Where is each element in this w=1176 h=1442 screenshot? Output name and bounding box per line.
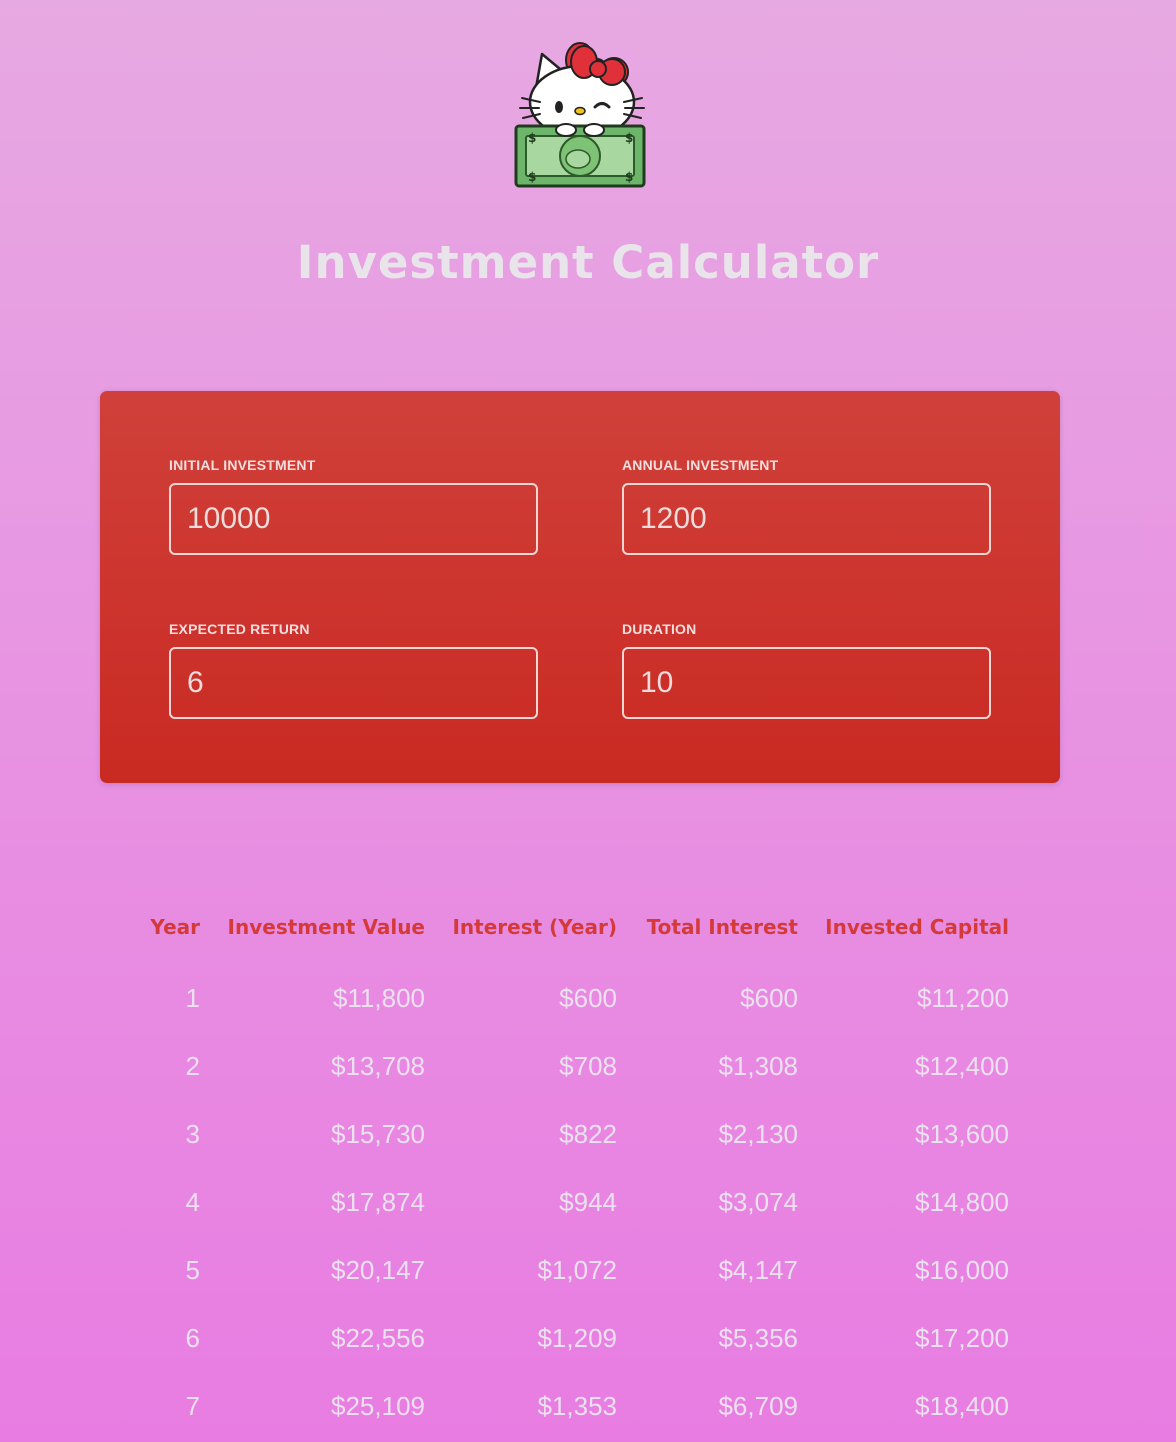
cell-invested-capital: $17,200 (915, 1322, 1009, 1353)
svg-text:$: $ (625, 131, 633, 145)
cell-year: 2 (185, 1050, 200, 1081)
cell-total-interest: $2,130 (718, 1118, 798, 1149)
cell-invested-capital: $11,200 (916, 982, 1009, 1013)
cell-total-interest: $5,356 (718, 1322, 798, 1353)
cell-investment-value: $22,556 (331, 1322, 425, 1353)
cell-total-interest: $600 (740, 982, 798, 1013)
table-row: 1 $11,800 $600 $600 $11,200 (142, 954, 1009, 1032)
cell-invested-capital: $13,600 (915, 1118, 1009, 1149)
cell-interest-year: $822 (559, 1118, 617, 1149)
annual-investment-label: ANNUAL INVESTMENT (622, 457, 779, 473)
table-row: 4 $17,874 $944 $3,074 $14,800 (142, 1168, 1009, 1236)
dollar-bill-icon: $ $ $ $ (514, 124, 646, 188)
expected-return-group: EXPECTED RETURN (169, 620, 538, 719)
cell-investment-value: $13,708 (331, 1050, 425, 1081)
cell-investment-value: $15,730 (331, 1118, 425, 1149)
svg-text:$: $ (528, 131, 536, 145)
cell-year: 5 (185, 1254, 200, 1285)
annual-investment-input[interactable] (622, 483, 991, 555)
hello-kitty-money-logo: $ $ $ $ (514, 42, 646, 188)
cell-interest-year: $708 (559, 1050, 617, 1081)
cell-interest-year: $1,209 (537, 1322, 617, 1353)
svg-text:$: $ (625, 170, 633, 184)
cell-invested-capital: $18,400 (915, 1390, 1009, 1421)
cell-invested-capital: $12,400 (915, 1050, 1009, 1081)
cell-interest-year: $1,072 (537, 1254, 617, 1285)
duration-group: DURATION (622, 620, 991, 719)
cell-interest-year: $600 (559, 982, 617, 1013)
cell-year: 3 (185, 1118, 200, 1149)
initial-investment-input[interactable] (169, 483, 538, 555)
cell-investment-value: $25,109 (331, 1390, 425, 1421)
header-investment-value: Investment Value (227, 915, 425, 939)
cell-total-interest: $6,709 (718, 1390, 798, 1421)
duration-label: DURATION (622, 621, 697, 637)
table-row: 2 $13,708 $708 $1,308 $12,400 (142, 1032, 1009, 1100)
cell-interest-year: $1,353 (537, 1390, 617, 1421)
cell-interest-year: $944 (559, 1186, 617, 1217)
table-row: 5 $20,147 $1,072 $4,147 $16,000 (142, 1236, 1009, 1304)
cell-invested-capital: $16,000 (915, 1254, 1009, 1285)
svg-text:$: $ (528, 170, 536, 184)
header-total-interest: Total Interest (646, 915, 798, 939)
cell-year: 1 (185, 982, 200, 1013)
duration-input[interactable] (622, 647, 991, 719)
cell-investment-value: $11,800 (332, 982, 425, 1013)
table-row: 3 $15,730 $822 $2,130 $13,600 (142, 1100, 1009, 1168)
expected-return-label: EXPECTED RETURN (169, 621, 310, 637)
header-year: Year (150, 915, 200, 939)
header-invested-capital: Invested Capital (825, 915, 1009, 939)
initial-investment-group: INITIAL INVESTMENT (169, 456, 538, 555)
cell-total-interest: $4,147 (718, 1254, 798, 1285)
table-row: 6 $22,556 $1,209 $5,356 $17,200 (142, 1304, 1009, 1372)
expected-return-input[interactable] (169, 647, 538, 719)
cell-year: 4 (185, 1186, 200, 1217)
table-row: 7 $25,109 $1,353 $6,709 $18,400 (142, 1372, 1009, 1440)
cell-investment-value: $17,874 (331, 1186, 425, 1217)
page-title: Investment Calculator (296, 236, 880, 289)
table-header-row: Year Investment Value Interest (Year) To… (142, 900, 1009, 954)
page-header: $ $ $ $ Investment Calculator (0, 0, 1176, 340)
cell-year: 6 (185, 1322, 200, 1353)
cell-year: 7 (185, 1390, 200, 1421)
cell-investment-value: $20,147 (331, 1254, 425, 1285)
input-panel: INITIAL INVESTMENT ANNUAL INVESTMENT EXP… (100, 391, 1060, 783)
header-interest-year: Interest (Year) (452, 915, 617, 939)
cell-total-interest: $3,074 (718, 1186, 798, 1217)
cell-total-interest: $1,308 (718, 1050, 798, 1081)
cell-invested-capital: $14,800 (915, 1186, 1009, 1217)
results-table: Year Investment Value Interest (Year) To… (142, 900, 1009, 1440)
annual-investment-group: ANNUAL INVESTMENT (622, 456, 991, 555)
initial-investment-label: INITIAL INVESTMENT (169, 457, 316, 473)
